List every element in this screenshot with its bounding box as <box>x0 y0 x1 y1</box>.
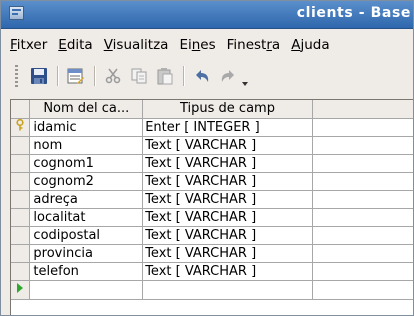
save-button[interactable] <box>28 65 50 87</box>
toolbar <box>1 61 413 91</box>
field-name-cell[interactable]: cognom2 <box>29 172 144 191</box>
field-type-cell[interactable]: Enter [ INTEGER ] <box>142 118 313 137</box>
row-header[interactable] <box>11 208 31 227</box>
row-header[interactable] <box>11 154 31 173</box>
field-name-cell[interactable] <box>29 280 144 300</box>
toolbar-separator <box>57 66 59 86</box>
cut-icon <box>105 68 121 84</box>
menu-bar: Fitxer Edita Visualitza Eines Finestra Ajuda <box>1 34 413 56</box>
index-design-button[interactable] <box>65 65 87 87</box>
menu-item[interactable]: Finestra <box>227 37 281 53</box>
save-icon <box>31 68 47 84</box>
table-row[interactable]: telefon Text [ VARCHAR ] <box>11 262 413 281</box>
table-row[interactable]: adreça Text [ VARCHAR ] <box>11 190 413 209</box>
field-type-cell[interactable]: Text [ VARCHAR ] <box>142 154 313 173</box>
row-header[interactable] <box>11 136 31 155</box>
field-type-cell[interactable]: Text [ VARCHAR ] <box>142 136 313 155</box>
description-cell[interactable] <box>312 262 413 281</box>
table-row[interactable]: idamic Enter [ INTEGER ] <box>11 118 413 137</box>
field-type-cell[interactable]: Text [ VARCHAR ] <box>142 244 313 263</box>
table-row[interactable]: codipostal Text [ VARCHAR ] <box>11 226 413 245</box>
row-header[interactable] <box>11 244 31 263</box>
menu-item[interactable]: Visualitza <box>104 37 169 53</box>
redo-button[interactable] <box>217 65 239 87</box>
field-name-cell[interactable]: nom <box>29 136 144 155</box>
menu-item[interactable]: Fitxer <box>10 37 47 53</box>
menu-item[interactable]: Edita <box>58 37 92 53</box>
window-title: clients - Base <box>296 5 411 21</box>
new-record-row[interactable] <box>11 280 413 300</box>
field-type-cell[interactable]: Text [ VARCHAR ] <box>142 262 313 281</box>
toolbar-grip[interactable] <box>15 65 18 87</box>
table-row[interactable]: provincia Text [ VARCHAR ] <box>11 244 413 263</box>
paste-button[interactable] <box>154 65 176 87</box>
menu-item[interactable]: Ajuda <box>291 37 329 53</box>
toolbar-separator <box>94 66 96 86</box>
undo-icon <box>196 70 209 82</box>
redo-icon <box>221 70 234 82</box>
row-header-corner[interactable] <box>11 100 31 119</box>
menu-item[interactable]: Eines <box>179 37 215 53</box>
field-type-cell[interactable]: Text [ VARCHAR ] <box>142 190 313 209</box>
toolbar-separator <box>183 66 185 86</box>
primary-key-icon <box>16 118 24 131</box>
field-name-cell[interactable]: adreça <box>29 190 144 209</box>
table-row[interactable]: cognom2 Text [ VARCHAR ] <box>11 172 413 191</box>
field-design-grid[interactable]: Nom del ca... Tipus de camp idamic Enter … <box>10 99 413 315</box>
fields-table: Nom del ca... Tipus de camp idamic Enter … <box>11 100 413 300</box>
column-header-field-type[interactable]: Tipus de camp <box>142 100 313 119</box>
field-name-cell[interactable]: idamic <box>29 118 144 137</box>
description-cell[interactable] <box>312 280 413 300</box>
row-header[interactable] <box>11 172 31 191</box>
column-header-description[interactable] <box>312 100 413 119</box>
table-row[interactable]: nom Text [ VARCHAR ] <box>11 136 413 155</box>
description-cell[interactable] <box>312 172 413 191</box>
new-row-arrow-icon <box>17 283 24 293</box>
row-header[interactable] <box>11 226 31 245</box>
description-cell[interactable] <box>312 226 413 245</box>
title-bar[interactable]: clients - Base <box>1 1 413 29</box>
field-type-cell[interactable]: Text [ VARCHAR ] <box>142 208 313 227</box>
table-header-row: Nom del ca... Tipus de camp <box>11 100 413 119</box>
field-name-cell[interactable]: codipostal <box>29 226 144 245</box>
row-header[interactable] <box>11 262 31 281</box>
redo-dropdown-button[interactable] <box>241 65 249 87</box>
description-cell[interactable] <box>312 190 413 209</box>
field-name-cell[interactable]: provincia <box>29 244 144 263</box>
undo-button[interactable] <box>191 65 213 87</box>
field-type-cell[interactable] <box>142 280 313 300</box>
description-cell[interactable] <box>312 136 413 155</box>
description-cell[interactable] <box>312 244 413 263</box>
app-icon[interactable] <box>9 6 24 20</box>
description-cell[interactable] <box>312 154 413 173</box>
field-name-cell[interactable]: localitat <box>29 208 144 227</box>
field-type-cell[interactable]: Text [ VARCHAR ] <box>142 172 313 191</box>
row-header[interactable] <box>11 280 31 300</box>
field-name-cell[interactable]: cognom1 <box>29 154 144 173</box>
cut-button[interactable] <box>102 65 124 87</box>
copy-button[interactable] <box>128 65 150 87</box>
row-header[interactable] <box>11 190 31 209</box>
table-row[interactable]: cognom1 Text [ VARCHAR ] <box>11 154 413 173</box>
base-window: clients - Base Fitxer Edita Visualitza Eine… <box>0 0 414 316</box>
description-cell[interactable] <box>312 208 413 227</box>
field-type-cell[interactable]: Text [ VARCHAR ] <box>142 226 313 245</box>
paste-icon <box>157 68 173 85</box>
index-design-icon <box>67 68 84 84</box>
description-cell[interactable] <box>312 118 413 137</box>
row-header[interactable] <box>11 118 31 137</box>
dropdown-arrow-icon <box>242 82 248 86</box>
field-name-cell[interactable]: telefon <box>29 262 144 281</box>
table-row[interactable]: localitat Text [ VARCHAR ] <box>11 208 413 227</box>
copy-icon <box>131 68 147 84</box>
column-header-field-name[interactable]: Nom del ca... <box>29 100 144 119</box>
